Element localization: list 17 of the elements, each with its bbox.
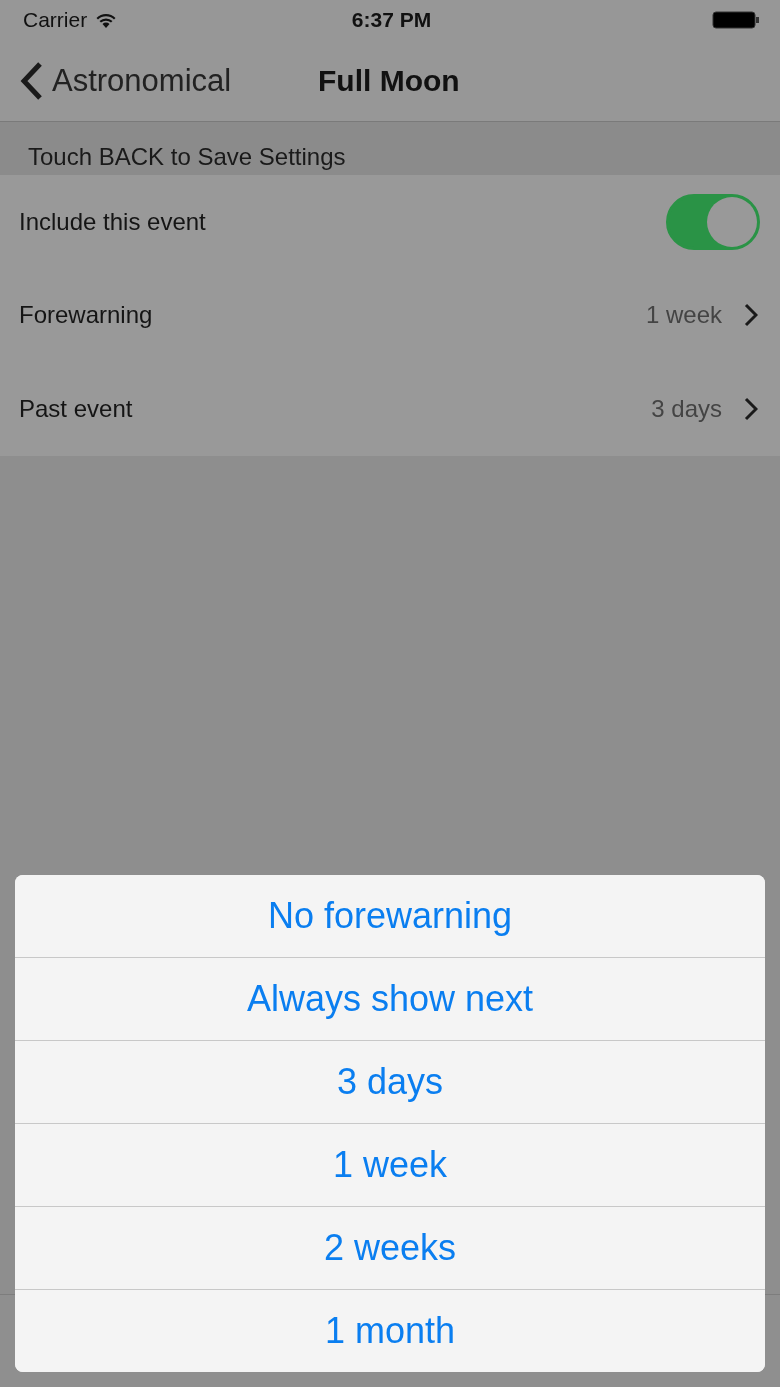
battery-icon <box>712 10 760 30</box>
back-chevron-icon[interactable] <box>20 60 44 101</box>
sheet-option[interactable]: 1 month <box>15 1289 765 1372</box>
chevron-icon[interactable] <box>744 397 758 421</box>
status-time: 6:37 PM <box>351 8 432 32</box>
nav-title: Full Moon <box>318 63 460 98</box>
row-label: Include this event <box>19 207 206 236</box>
row-label: Forewarning <box>19 301 153 329</box>
row-value: 3 days <box>651 395 722 423</box>
row-value: 1 week <box>645 301 722 329</box>
wifi-icon <box>95 12 118 28</box>
chevron-icon[interactable] <box>744 303 758 327</box>
row-label: Past event <box>19 395 133 423</box>
carrier-label: Carrier <box>23 8 88 32</box>
toggle-switch[interactable] <box>666 193 760 250</box>
back-button[interactable]: Astronomical <box>0 60 232 101</box>
section-header: Touch BACK to Save Settings <box>28 143 346 171</box>
